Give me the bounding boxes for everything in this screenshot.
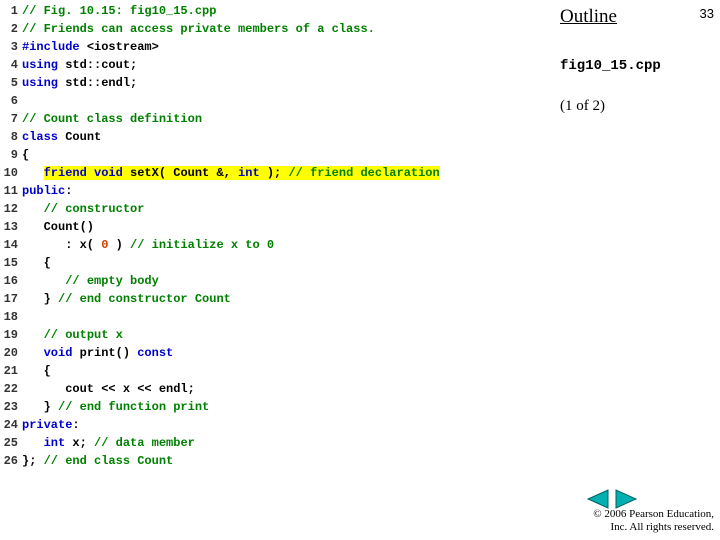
line-number: 21 — [0, 362, 22, 380]
line-number: 1 — [0, 2, 22, 20]
code-line: 1// Fig. 10.15: fig10_15.cpp — [0, 2, 545, 20]
code-content: friend void setX( Count &, int ); // fri… — [22, 164, 545, 182]
code-line: 6 — [0, 92, 545, 110]
code-line: 14 : x( 0 ) // initialize x to 0 — [0, 236, 545, 254]
file-name-label: fig10_15.cpp — [560, 58, 661, 74]
line-number: 8 — [0, 128, 22, 146]
code-line: 4using std::cout; — [0, 56, 545, 74]
line-number: 11 — [0, 182, 22, 200]
line-number: 16 — [0, 272, 22, 290]
code-line: 20 void print() const — [0, 344, 545, 362]
line-number: 15 — [0, 254, 22, 272]
line-number: 14 — [0, 236, 22, 254]
code-line: 9{ — [0, 146, 545, 164]
code-line: 19 // output x — [0, 326, 545, 344]
code-line: 18 — [0, 308, 545, 326]
line-number: 23 — [0, 398, 22, 416]
triangle-left-icon — [584, 488, 610, 510]
code-content: // Friends can access private members of… — [22, 20, 545, 38]
line-number: 22 — [0, 380, 22, 398]
code-line: 3#include <iostream> — [0, 38, 545, 56]
code-line: 23 } // end function print — [0, 398, 545, 416]
code-line: 17 } // end constructor Count — [0, 290, 545, 308]
code-line: 22 cout << x << endl; — [0, 380, 545, 398]
code-content — [22, 92, 545, 110]
code-content: } // end function print — [22, 398, 545, 416]
code-content: }; // end class Count — [22, 452, 545, 470]
code-line: 25 int x; // data member — [0, 434, 545, 452]
line-number: 7 — [0, 110, 22, 128]
line-number: 4 — [0, 56, 22, 74]
code-content — [22, 308, 545, 326]
line-number: 26 — [0, 452, 22, 470]
code-content: // empty body — [22, 272, 545, 290]
copyright: © 2006 Pearson Education, Inc. All right… — [593, 508, 714, 534]
code-content: // Fig. 10.15: fig10_15.cpp — [22, 2, 545, 20]
code-content: { — [22, 362, 545, 380]
code-content: using std::cout; — [22, 56, 545, 74]
code-content: // Count class definition — [22, 110, 545, 128]
code-content: { — [22, 254, 545, 272]
line-number: 6 — [0, 92, 22, 110]
page-part-label: (1 of 2) — [560, 98, 605, 115]
line-number: 17 — [0, 290, 22, 308]
code-line: 16 // empty body — [0, 272, 545, 290]
line-number: 9 — [0, 146, 22, 164]
copyright-line1: © 2006 Pearson Education, — [593, 508, 714, 520]
line-number: 10 — [0, 164, 22, 182]
code-content: #include <iostream> — [22, 38, 545, 56]
triangle-right-icon — [614, 488, 640, 510]
code-content: using std::endl; — [22, 74, 545, 92]
outline-heading: Outline — [560, 6, 715, 28]
line-number: 20 — [0, 344, 22, 362]
code-content: { — [22, 146, 545, 164]
prev-button[interactable] — [584, 488, 610, 510]
line-number: 5 — [0, 74, 22, 92]
line-number: 25 — [0, 434, 22, 452]
code-line: 7// Count class definition — [0, 110, 545, 128]
code-content: private: — [22, 416, 545, 434]
line-number: 12 — [0, 200, 22, 218]
code-content: // constructor — [22, 200, 545, 218]
code-line: 15 { — [0, 254, 545, 272]
code-line: 8class Count — [0, 128, 545, 146]
code-listing: 1// Fig. 10.15: fig10_15.cpp2// Friends … — [0, 2, 545, 470]
line-number: 13 — [0, 218, 22, 236]
line-number: 24 — [0, 416, 22, 434]
code-content: // output x — [22, 326, 545, 344]
code-line: 12 // constructor — [0, 200, 545, 218]
code-content: : x( 0 ) // initialize x to 0 — [22, 236, 545, 254]
nav-buttons — [584, 488, 640, 510]
code-content: public: — [22, 182, 545, 200]
code-line: 13 Count() — [0, 218, 545, 236]
code-line: 11public: — [0, 182, 545, 200]
code-content: } // end constructor Count — [22, 290, 545, 308]
code-line: 21 { — [0, 362, 545, 380]
code-content: Count() — [22, 218, 545, 236]
line-number: 18 — [0, 308, 22, 326]
page-number: 33 — [700, 6, 714, 21]
copyright-line2: Inc. All rights reserved. — [610, 521, 714, 533]
line-number: 19 — [0, 326, 22, 344]
code-content: class Count — [22, 128, 545, 146]
code-line: 2// Friends can access private members o… — [0, 20, 545, 38]
sidebar: Outline — [560, 6, 715, 28]
code-line: 5using std::endl; — [0, 74, 545, 92]
code-content: void print() const — [22, 344, 545, 362]
code-line: 10 friend void setX( Count &, int ); // … — [0, 164, 545, 182]
code-content: cout << x << endl; — [22, 380, 545, 398]
next-button[interactable] — [614, 488, 640, 510]
code-line: 24private: — [0, 416, 545, 434]
line-number: 3 — [0, 38, 22, 56]
code-line: 26}; // end class Count — [0, 452, 545, 470]
line-number: 2 — [0, 20, 22, 38]
code-content: int x; // data member — [22, 434, 545, 452]
